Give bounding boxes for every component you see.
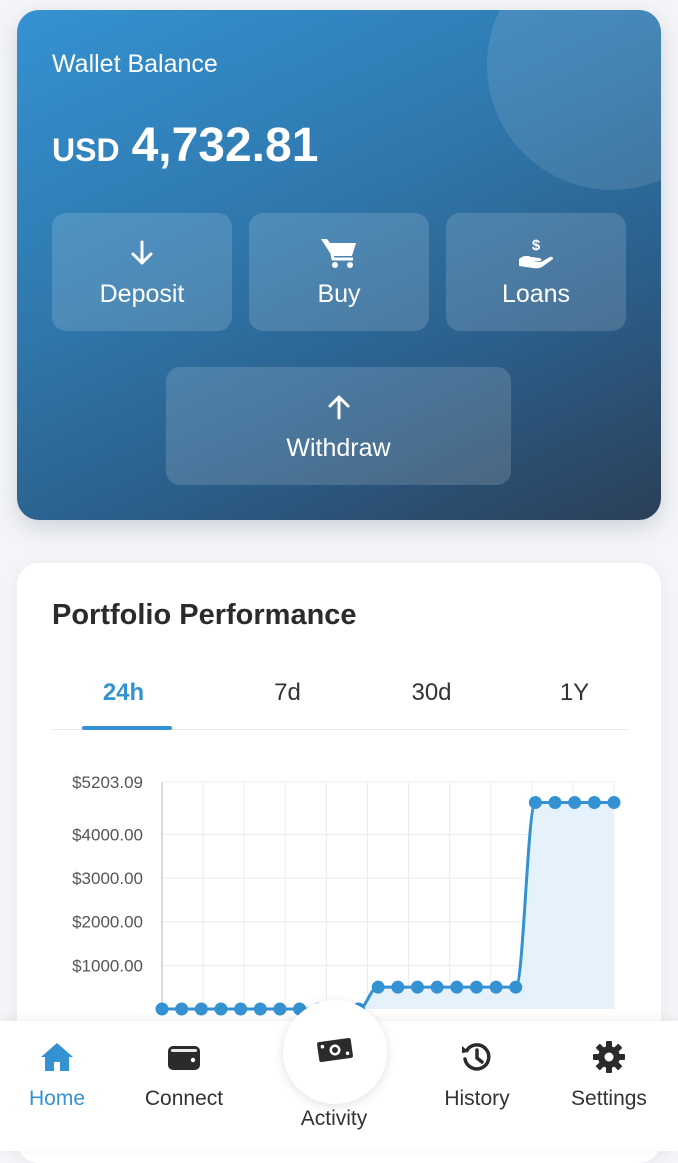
decorative-circle	[487, 10, 661, 190]
withdraw-button[interactable]: Withdraw	[166, 367, 511, 485]
nav-label-activity: Activity	[300, 1107, 368, 1130]
data-point	[253, 1002, 267, 1016]
nav-item-home[interactable]: Home	[0, 1021, 117, 1151]
y-tick-label: $2000.00	[72, 913, 143, 932]
svg-text:$: $	[532, 237, 541, 254]
buy-label: Buy	[317, 279, 361, 308]
data-point	[607, 796, 621, 810]
data-point	[548, 796, 562, 810]
money-bill-icon	[315, 1035, 355, 1070]
wallet-amount-value: 4,732.81	[131, 119, 319, 172]
loans-label: Loans	[501, 279, 571, 308]
hand-dollar-icon: $	[517, 236, 555, 270]
wallet-balance-label: Wallet Balance	[52, 50, 218, 78]
nav-label-history: History	[444, 1087, 510, 1110]
wallet-balance-amount: USD 4,732.81	[52, 118, 318, 173]
y-tick-label: $4000.00	[72, 825, 143, 844]
nav-item-settings[interactable]: Settings	[549, 1021, 669, 1151]
data-point	[273, 1002, 287, 1016]
data-point	[450, 980, 464, 994]
wallet-icon	[124, 1041, 244, 1073]
data-point	[509, 980, 523, 994]
withdraw-label: Withdraw	[286, 433, 391, 462]
data-point	[587, 796, 601, 810]
data-point	[155, 1002, 169, 1016]
deposit-label: Deposit	[99, 279, 185, 308]
data-point	[469, 980, 483, 994]
data-point	[214, 1002, 228, 1016]
y-tick-label: $1000.00	[72, 956, 143, 975]
y-tick-label: $5203.09	[72, 773, 143, 792]
data-point	[371, 980, 385, 994]
buy-button[interactable]: Buy	[249, 213, 429, 331]
arrow-up-icon	[326, 390, 352, 424]
portfolio-chart: $5203.09 $4000.00 $3000.00 $2000.00 $1000.00	[72, 773, 621, 1016]
arrow-down-icon	[129, 236, 155, 270]
loans-button[interactable]: $ Loans	[446, 213, 626, 331]
home-icon	[0, 1041, 117, 1073]
gear-icon	[549, 1041, 669, 1073]
nav-label-settings: Settings	[571, 1087, 647, 1110]
nav-label-home: Home	[28, 1087, 86, 1110]
wallet-card: Wallet Balance USD 4,732.81 Deposit Buy $…	[17, 10, 661, 520]
wallet-currency: USD	[52, 132, 120, 168]
data-point	[489, 980, 503, 994]
activity-button[interactable]	[283, 1000, 387, 1104]
cart-icon	[320, 236, 358, 270]
deposit-button[interactable]: Deposit	[52, 213, 232, 331]
data-point	[568, 796, 582, 810]
data-point	[391, 980, 405, 994]
history-icon	[417, 1041, 537, 1073]
data-point	[194, 1002, 208, 1016]
data-point	[410, 980, 424, 994]
series-area	[162, 802, 614, 1009]
nav-item-history[interactable]: History	[417, 1021, 537, 1151]
data-point	[528, 796, 542, 810]
nav-item-connect[interactable]: Connect	[124, 1021, 244, 1151]
data-point	[430, 980, 444, 994]
data-point	[234, 1002, 248, 1016]
y-tick-label: $3000.00	[72, 869, 143, 888]
nav-label-connect: Connect	[144, 1087, 224, 1110]
data-point	[175, 1002, 189, 1016]
